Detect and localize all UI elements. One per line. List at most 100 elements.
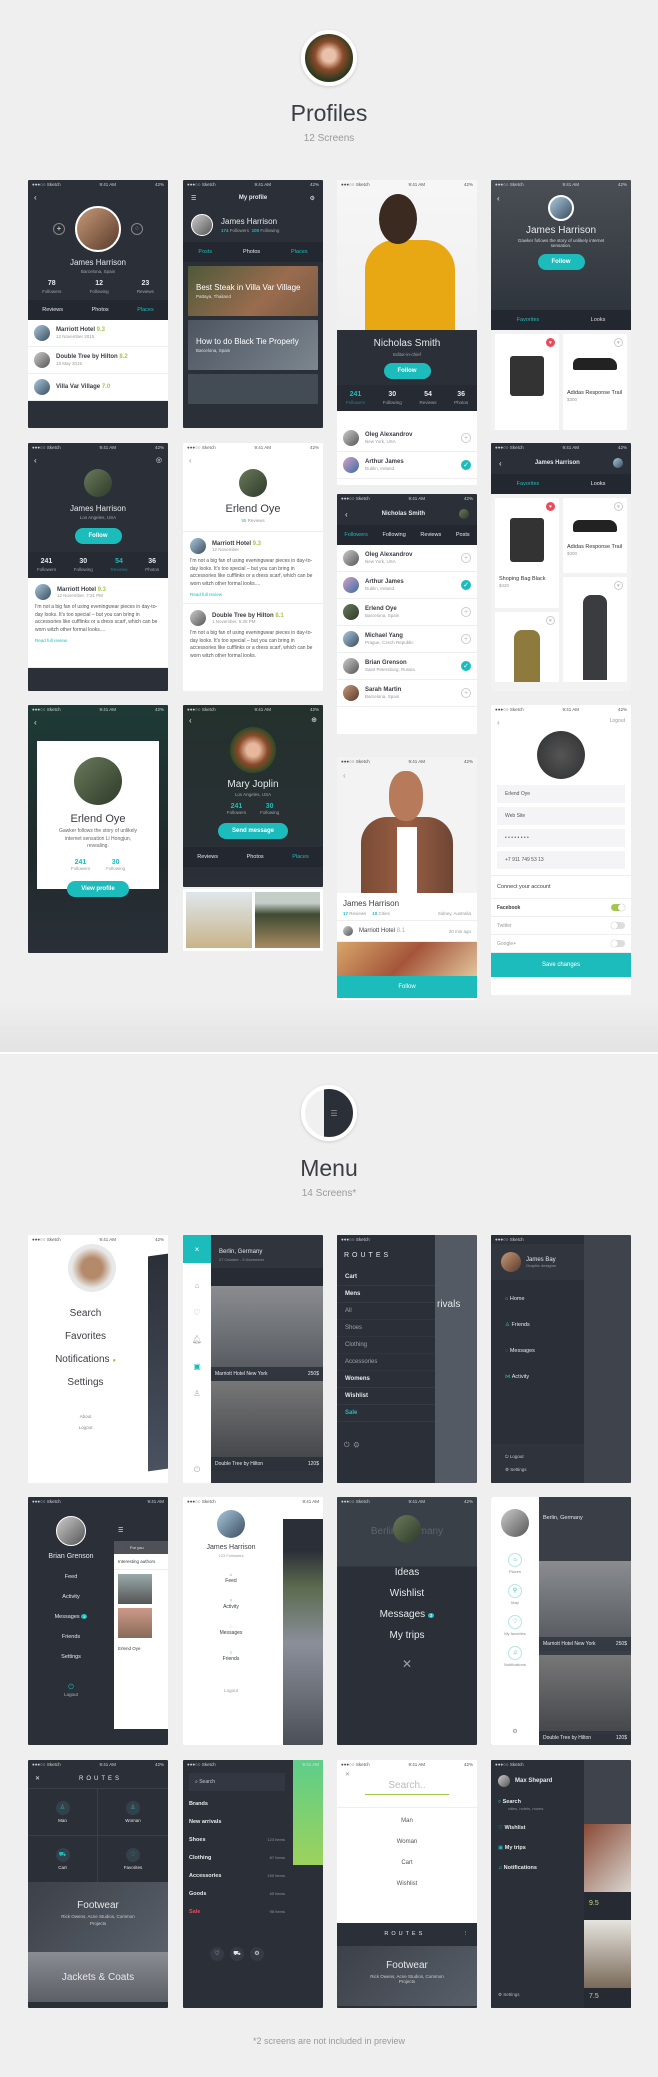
back-icon[interactable]: ‹ xyxy=(28,714,168,731)
follow-button[interactable]: Follow xyxy=(337,976,477,998)
tab-photos[interactable]: Photos xyxy=(247,854,264,860)
tab-photos[interactable]: Photos xyxy=(243,249,260,255)
photo-thumb[interactable] xyxy=(186,892,252,948)
menu-icon[interactable]: ☰ xyxy=(191,195,196,202)
post-header[interactable]: Marriott Hotel 8.1 20 min ago xyxy=(337,920,477,942)
close-icon[interactable]: × xyxy=(183,1235,211,1263)
tab-favorites[interactable]: Favorites xyxy=(517,481,540,487)
facebook-toggle[interactable] xyxy=(611,904,625,911)
menu-item[interactable]: Cart xyxy=(337,1269,435,1286)
heart-icon[interactable]: ♥ xyxy=(546,616,555,625)
tile-cart[interactable]: ⛟ Cart xyxy=(28,1836,98,1882)
logout-link[interactable]: Logout xyxy=(610,718,625,727)
menu-activity[interactable]: ⋈ Activity xyxy=(505,1374,570,1380)
product-card[interactable]: ♥ xyxy=(495,334,559,430)
follow-button[interactable]: Follow xyxy=(74,528,122,544)
list-item[interactable]: Sarah Martin Barcelona, Spain + xyxy=(337,680,477,707)
menu-home[interactable]: ⌂ Home xyxy=(505,1296,570,1302)
menu-item[interactable]: Shoes 123 Items xyxy=(189,1837,285,1843)
menu-messages[interactable]: ◌ Messages xyxy=(505,1348,570,1354)
tab-places[interactable]: Places xyxy=(137,307,154,313)
check-icon[interactable]: ✓ xyxy=(461,580,471,590)
close-icon[interactable]: ✕ xyxy=(337,1657,477,1671)
menu-item[interactable]: Accessories xyxy=(337,1354,435,1371)
tab-looks[interactable]: Looks xyxy=(591,481,606,487)
heart-icon[interactable]: ♥ xyxy=(614,338,623,347)
hotel-card[interactable]: Double Tree by Hilton 120$ xyxy=(211,1381,323,1471)
menu-item[interactable]: Goods 65 Items xyxy=(189,1891,285,1897)
user-icon[interactable]: ♙ xyxy=(193,1389,200,1398)
back-icon[interactable]: ‹ xyxy=(183,452,323,469)
avatar-upload[interactable] xyxy=(537,731,585,779)
suitcase-icon[interactable]: ▣ xyxy=(193,1362,201,1371)
bell-icon[interactable]: 🔔︎ xyxy=(192,1335,202,1344)
menu-about[interactable]: About xyxy=(28,1414,143,1419)
list-item[interactable]: Arthur James Dublin, Ireland ✓ xyxy=(337,572,477,599)
hotel-card[interactable]: Marriott Hotel New York 250$ xyxy=(539,1561,631,1651)
menu-notifications[interactable]: ♫ Notifications xyxy=(491,1646,539,1667)
tab-followers[interactable]: Followers xyxy=(344,532,368,538)
menu-map[interactable]: ⚲ Map xyxy=(491,1584,539,1605)
gear-icon[interactable]: ⚙ xyxy=(491,1728,539,1735)
menu-my-trips[interactable]: ▣ My trips xyxy=(498,1845,577,1851)
menu-wishlist[interactable]: Wishlist xyxy=(337,1588,477,1599)
add-icon[interactable]: + xyxy=(53,223,65,235)
check-icon[interactable]: ✓ xyxy=(461,661,471,671)
list-item[interactable]: Villa Var Village 7.0 xyxy=(28,374,168,401)
menu-places[interactable]: ⌂ Places xyxy=(491,1553,539,1574)
follow-button[interactable]: Follow xyxy=(383,363,431,379)
menu-favorites[interactable]: Favorites xyxy=(28,1325,143,1348)
add-icon[interactable]: + xyxy=(461,607,471,617)
menu-item[interactable]: Sale 98 Items xyxy=(189,1909,285,1915)
menu-favorites[interactable]: ♡ My favorites xyxy=(491,1615,539,1636)
back-icon[interactable]: ‹ xyxy=(34,456,37,465)
cart-icon[interactable]: ⛟ xyxy=(230,1947,244,1961)
twitter-toggle[interactable] xyxy=(611,922,625,929)
gear-icon[interactable]: ⚙ xyxy=(310,195,315,202)
back-icon[interactable]: ‹ xyxy=(497,718,500,727)
tab-places[interactable]: Places xyxy=(291,249,308,255)
menu-my-trips[interactable]: My trips xyxy=(337,1630,477,1641)
heart-icon[interactable]: ♥ xyxy=(614,502,623,511)
tab-reviews[interactable]: Reviews xyxy=(420,532,441,538)
list-item[interactable]: Marriott Hotel 9.3 12 November 2015 xyxy=(28,320,168,347)
read-full-review-link[interactable]: Read full review xyxy=(35,638,161,643)
check-icon[interactable]: ✓ xyxy=(461,460,471,470)
tab-posts[interactable]: Posts xyxy=(198,249,212,255)
category-jackets[interactable]: Jackets & Coats xyxy=(28,1952,168,2002)
menu-settings[interactable]: ⚙ Settings xyxy=(505,1467,570,1473)
menu-item[interactable]: Womens xyxy=(337,1371,435,1388)
add-icon[interactable]: + xyxy=(461,433,471,443)
menu-cart[interactable]: Cart xyxy=(337,1860,477,1866)
post-card[interactable]: Best Steak in Villa Var Village Pattaya, … xyxy=(188,266,318,316)
category-footwear[interactable]: Footwear Rick Owens, Acne Studios, Common… xyxy=(28,1882,168,1952)
add-icon[interactable]: ⊕ xyxy=(311,716,317,725)
read-full-review-link[interactable]: Read full review xyxy=(190,592,316,597)
menu-notifications[interactable]: Notifications ● xyxy=(28,1348,143,1371)
menu-messages[interactable]: Messages 3 xyxy=(337,1609,477,1620)
list-item[interactable]: Oleg Alexandrov New York, USA + xyxy=(337,545,477,572)
menu-item[interactable]: Clothing xyxy=(337,1337,435,1354)
back-icon[interactable]: ‹ xyxy=(28,189,168,206)
menu-feed[interactable]: Feed xyxy=(28,1574,114,1580)
avatar[interactable] xyxy=(612,458,623,468)
menu-search[interactable]: ⌕ Search cities, hotels, rooms xyxy=(498,1799,577,1811)
filter-icon[interactable]: ⫶ xyxy=(465,1931,469,1938)
menu-feed[interactable]: ⌂ Feed xyxy=(183,1572,279,1584)
menu-friends[interactable]: ♙ Friends xyxy=(505,1322,570,1328)
follow-button[interactable]: Follow xyxy=(537,254,585,270)
menu-item[interactable]: Accessories 190 Items xyxy=(189,1873,285,1879)
add-icon[interactable]: + xyxy=(461,634,471,644)
menu-item[interactable]: New arrivals xyxy=(189,1819,285,1825)
tile-man[interactable]: ♙ Man xyxy=(28,1789,98,1836)
view-profile-button[interactable]: View profile xyxy=(67,880,129,897)
home-icon[interactable]: ⌂ xyxy=(195,1281,200,1290)
website-field[interactable]: Web Site xyxy=(497,807,625,825)
category-footwear[interactable]: Footwear Rick Owens, Acne Studios, Common… xyxy=(337,1946,477,2006)
menu-logout[interactable]: ⏻ Logout xyxy=(505,1454,570,1459)
tab-photos[interactable]: Photos xyxy=(92,307,109,313)
menu-friends[interactable]: Friends xyxy=(28,1634,114,1640)
back-icon[interactable]: ‹ xyxy=(345,510,348,519)
menu-search[interactable]: Search xyxy=(28,1302,143,1325)
save-changes-button[interactable]: Save changes xyxy=(491,953,631,977)
